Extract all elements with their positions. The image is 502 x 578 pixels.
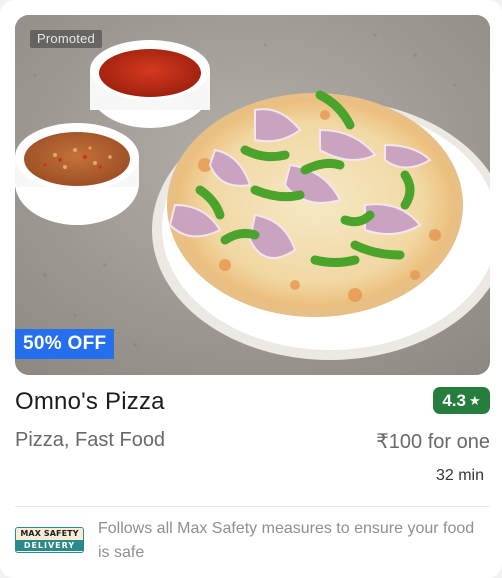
restaurant-card[interactable]: Promoted 50% OFF Omno's Pizza 4.3 ★ Pizz… <box>0 0 502 578</box>
price-for-one: ₹100 for one <box>376 431 490 453</box>
safety-logo-bottom: DELIVERY <box>16 540 83 551</box>
restaurant-name[interactable]: Omno's Pizza <box>15 388 165 416</box>
cuisine-text: Pizza, Fast Food <box>15 429 166 451</box>
pizza-photo-icon <box>15 15 490 375</box>
divider <box>15 506 490 507</box>
rating-value: 4.3 <box>442 390 466 410</box>
safety-logo-top: MAX SAFETY <box>16 528 83 540</box>
restaurant-image[interactable]: Promoted 50% OFF <box>15 15 490 375</box>
star-icon: ★ <box>468 392 481 408</box>
delivery-time: 32 min <box>435 467 484 484</box>
safety-message: Follows all Max Safety measures to ensur… <box>98 520 475 561</box>
offer-badge: 50% OFF <box>15 329 115 359</box>
promoted-tag: Promoted <box>30 30 102 48</box>
max-safety-logo-icon: MAX SAFETY DELIVERY <box>15 527 84 553</box>
rating-badge: 4.3 ★ <box>433 387 490 414</box>
